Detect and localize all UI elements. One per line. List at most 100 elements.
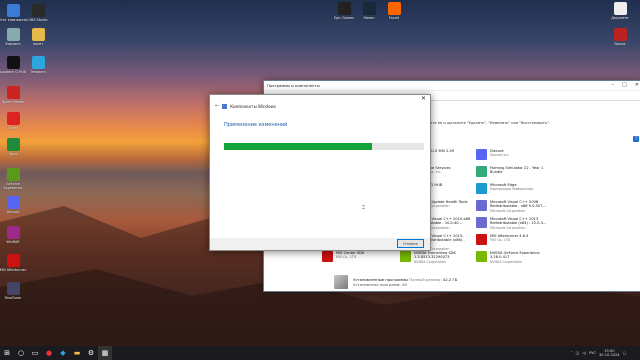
desktop-icon-label: Xbox (8, 152, 18, 156)
close-icon[interactable]: ✕ (635, 82, 639, 88)
opera-icon (6, 112, 20, 125)
msi-icon (6, 254, 20, 267)
program-item[interactable]: NVIDIA GeForce Experience 3.28.0.417 NVID… (476, 251, 548, 264)
xbox-icon (6, 138, 20, 151)
control-panel-icon[interactable]: ▦ (98, 346, 112, 360)
recycle-bin-icon (6, 28, 20, 41)
desktop-icon-label: пакет (32, 42, 44, 46)
program-item[interactable]: NVIDIA FrameView SDK 1.3.8513.32290073 NV… (400, 251, 472, 264)
program-item[interactable]: MSI Center SDK MSI Co., LTD (322, 251, 394, 262)
notification-icon[interactable]: ▢ (623, 351, 626, 355)
maximize-icon[interactable]: □ (622, 82, 627, 88)
msi-icon (476, 234, 487, 245)
rivatuner-icon (6, 282, 20, 295)
programs-icon (334, 275, 348, 289)
system-tray: ˄ ◫ ◁) РУС 19:00 30.10.2024 ▢ (571, 346, 640, 360)
task-view-icon[interactable]: ▭ (28, 346, 42, 360)
desktop-icon[interactable]: RivaTuner (0, 282, 26, 300)
desktop-icon[interactable]: WinRAR (0, 226, 26, 244)
window-controls: – □ ✕ (612, 82, 639, 88)
ryzen-icon (6, 86, 20, 99)
desktop-icon[interactable]: пакет (25, 28, 51, 46)
minimize-icon[interactable]: – (612, 82, 615, 88)
desktop-icon-label: Telegram (30, 70, 46, 74)
program-name: Microsoft Visual C++ 2013 Redistributabl… (490, 217, 547, 226)
program-item[interactable]: Discord Discord Inc. (476, 149, 548, 160)
explorer-icon[interactable]: ▬ (70, 346, 84, 360)
settings-icon[interactable]: ⚙ (84, 346, 98, 360)
faceit-icon (387, 2, 401, 15)
desktop-icon-label: Opera (7, 126, 19, 130)
program-item[interactable]: Farming Simulator 22 - Year 1 Bundle (476, 166, 548, 177)
start-button[interactable]: ⊞ (0, 346, 14, 360)
desktop-icon-label: Документ (611, 16, 629, 20)
document-icon (613, 2, 627, 15)
components-dialog[interactable]: ✕ ← Компоненты Windows Применение измене… (209, 94, 431, 251)
program-item[interactable]: Microsoft Visual C++ 2013 Redistributabl… (476, 217, 548, 230)
obs-icon (31, 4, 45, 17)
programs-window-title: Программы и компоненты (267, 83, 320, 88)
program-publisher: NVIDIA Corporation (490, 259, 522, 264)
clock[interactable]: 19:00 30.10.2024 (599, 349, 620, 357)
progress-fill (224, 143, 372, 150)
language-indicator[interactable]: РУС (589, 351, 596, 355)
back-arrow-icon[interactable]: ← (215, 103, 219, 109)
program-publisher: MSI Co., LTD (490, 238, 511, 243)
help-icon[interactable]: ? (633, 136, 639, 142)
desktop-icon[interactable]: MSI Afterburner (0, 254, 26, 272)
instruction-text: ите ее и щелкните "Удалить", "Изменить" … (430, 121, 550, 125)
folder-icon (31, 28, 45, 41)
desktop-icon[interactable]: Xbox (0, 138, 26, 156)
program-name: NVIDIA GeForce Experience 3.28.0.417 (490, 251, 540, 260)
desktop-icon-label: OBS Studio (28, 18, 48, 22)
dialog-message: Применение изменений (224, 122, 288, 128)
cancel-button[interactable]: Отмена (397, 239, 424, 248)
computer-icon (6, 4, 20, 17)
program-item[interactable]: Microsoft Visual C++ 2008 Redistributabl… (476, 200, 548, 213)
program-publisher: Discord Inc. (490, 153, 510, 158)
program-publisher: Корпорация Майкрософт (490, 187, 534, 192)
clock-date: 30.10.2024 (599, 353, 620, 357)
search-icon[interactable]: ○ (14, 346, 28, 360)
desktop-icon-label: Discord (6, 210, 20, 214)
windows-components-icon (222, 103, 228, 109)
desktop-icon-label: Ярлык (614, 42, 626, 46)
status-bar: Установленные программы Полный размер: 4… (334, 275, 457, 289)
program-name: Microsoft Visual C++ 2008 Redistributabl… (490, 200, 546, 209)
network-icon[interactable]: ◫ (576, 351, 579, 355)
telegram-icon (31, 56, 45, 69)
close-icon[interactable]: ✕ (421, 95, 426, 102)
desktop-icon-label: WinRAR (6, 240, 20, 244)
program-name: Farming Simulator 22 - Year 1 Bundle (490, 166, 544, 175)
desktop-icon[interactable]: Документ (607, 2, 633, 20)
desktop-icon[interactable]: Opera (0, 112, 26, 130)
nvidia-icon (400, 251, 411, 262)
opera-icon[interactable]: ● (42, 346, 56, 360)
desktop-icon[interactable]: Telegram (25, 56, 51, 74)
vcpp-icon (476, 217, 487, 228)
progress-bar (224, 143, 424, 150)
program-publisher: Microsoft Corporation (490, 225, 526, 230)
logitech-icon (6, 56, 20, 69)
discord-icon (476, 149, 487, 160)
programs-window-titlebar[interactable]: Программы и компоненты (264, 81, 640, 91)
edge-icon (476, 183, 487, 194)
desktop-icon[interactable]: Faceit (381, 2, 407, 20)
desktop-icon[interactable]: Discord (0, 196, 26, 214)
program-publisher: Microsoft Corporation (490, 208, 526, 213)
winrar-icon (6, 226, 20, 239)
desktop-icon[interactable]: OBS Studio (25, 4, 51, 22)
steam-icon (362, 2, 376, 15)
desktop-icon[interactable]: Ryzen Master (0, 86, 26, 104)
desktop-icon-label: RivaTuner (4, 296, 22, 300)
status-count: Установлено программ: 46 (353, 282, 407, 287)
msi-icon (322, 251, 333, 262)
program-item[interactable]: Microsoft Edge Корпорация Майкрософт (476, 183, 548, 194)
tray-chevron-icon[interactable]: ˄ (571, 351, 573, 355)
desktop-icon[interactable]: GeForce Experience (0, 168, 26, 190)
telegram-icon[interactable]: ◆ (56, 346, 70, 360)
desktop-icon[interactable]: Ярлык (607, 28, 633, 46)
volume-icon[interactable]: ◁) (582, 351, 586, 355)
program-item[interactable]: MSI Afterburner 4.6.5 MSI Co., LTD (476, 234, 548, 245)
status-size: 42,2 ГБ (442, 277, 458, 282)
